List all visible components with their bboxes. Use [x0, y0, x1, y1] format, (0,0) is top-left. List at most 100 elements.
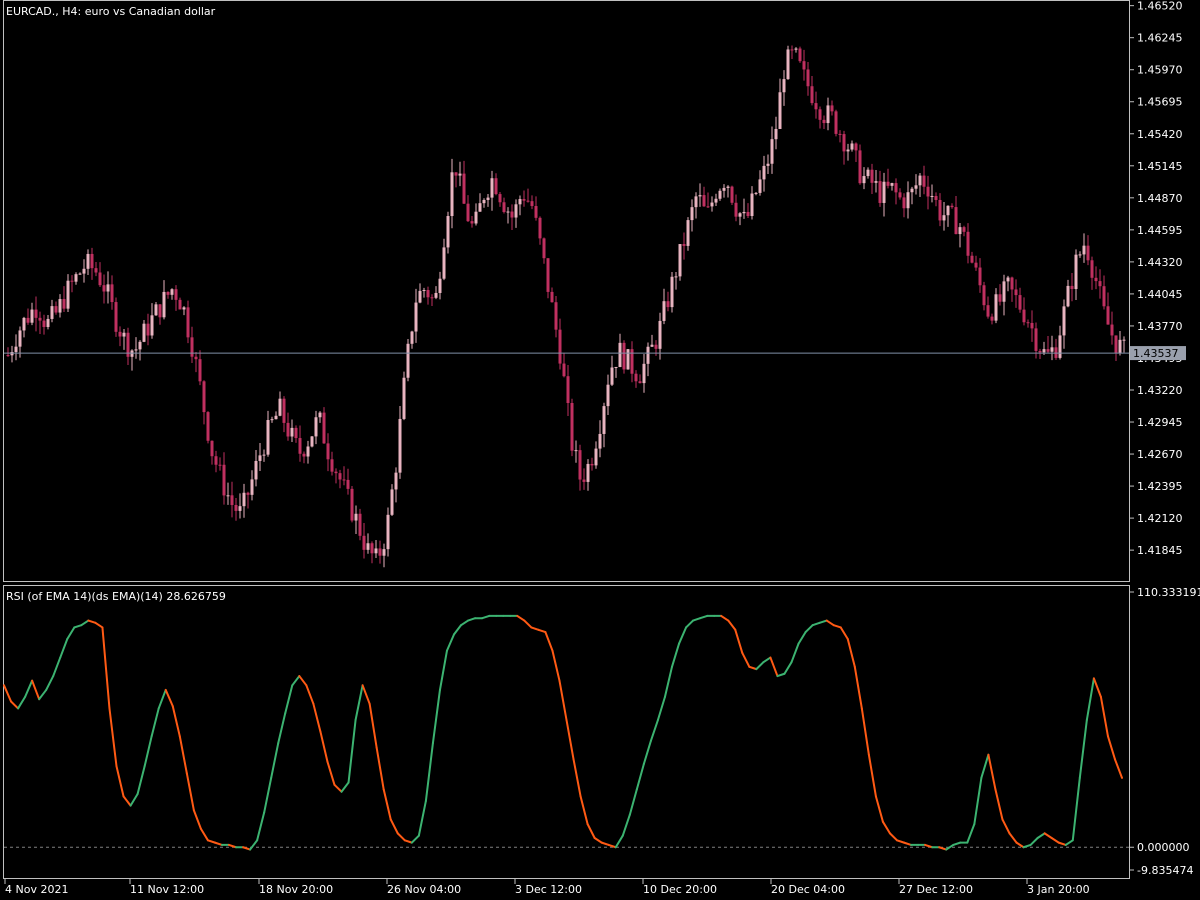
candle-body	[306, 446, 310, 457]
candle-body	[182, 307, 186, 310]
candle-body	[878, 181, 882, 203]
candle-body	[698, 195, 702, 197]
candle-body	[934, 195, 938, 200]
candle-body	[338, 473, 342, 480]
candle-body	[826, 105, 830, 124]
candle-body	[482, 199, 486, 204]
candle-body	[410, 331, 414, 344]
candle-body	[214, 456, 218, 465]
candle-body	[702, 195, 706, 207]
candle-body	[58, 299, 62, 313]
candle-body	[954, 207, 958, 235]
candle-body	[262, 454, 266, 456]
candle-body	[594, 448, 598, 466]
candle-body	[894, 183, 898, 193]
candle-body	[1050, 347, 1054, 352]
candle-body	[406, 343, 410, 378]
candle-body	[302, 453, 306, 457]
candle-body	[354, 513, 358, 521]
candle-body	[14, 346, 18, 353]
candle-body	[54, 306, 58, 313]
price-tick-label: 1.42945	[1137, 416, 1183, 429]
price-tick-label: 1.43220	[1137, 384, 1183, 397]
candle-body	[106, 284, 110, 292]
candle-body	[1094, 277, 1098, 282]
price-tick-label: 1.42670	[1137, 448, 1183, 461]
candle-body	[74, 274, 78, 282]
candle-body	[942, 215, 946, 221]
rsi-title: RSI (of EMA 14)(ds EMA)(14) 28.626759	[6, 590, 226, 603]
candle-body	[270, 419, 274, 421]
candle-body	[142, 323, 146, 342]
candle-body	[86, 253, 90, 269]
candle-body	[478, 203, 482, 212]
candle-body	[10, 352, 14, 356]
candle-body	[578, 450, 582, 480]
candle-body	[710, 202, 714, 207]
candle-body	[442, 247, 446, 279]
candle-body	[1070, 285, 1074, 290]
candle-body	[946, 205, 950, 216]
candle-body	[362, 535, 366, 550]
candle-body	[1022, 309, 1026, 323]
candle-body	[246, 492, 250, 495]
time-tick-label: 3 Jan 20:00	[1027, 883, 1090, 896]
candle-body	[654, 344, 658, 349]
candle-body	[390, 489, 394, 515]
candle-body	[346, 479, 350, 489]
candle-body	[1006, 277, 1010, 282]
candle-body	[830, 105, 834, 112]
candle-body	[98, 272, 102, 286]
candle-body	[566, 376, 570, 404]
candle-body	[1122, 339, 1126, 341]
candle-body	[870, 169, 874, 183]
candle-body	[398, 418, 402, 473]
candle-body	[1102, 286, 1106, 307]
time-tick-label: 11 Nov 12:00	[130, 883, 204, 896]
candle-body	[810, 86, 814, 104]
candle-body	[970, 255, 974, 263]
candle-body	[178, 299, 182, 310]
candle-body	[994, 294, 998, 321]
candle-body	[250, 479, 254, 495]
candle-body	[1078, 254, 1082, 256]
candle-body	[330, 459, 334, 472]
candle-body	[854, 143, 858, 151]
candle-body	[978, 267, 982, 286]
candle-body	[982, 285, 986, 306]
candle-body	[886, 181, 890, 186]
candle-body	[714, 198, 718, 203]
candle-body	[706, 206, 710, 208]
candle-body	[146, 323, 150, 336]
candle-body	[546, 258, 550, 292]
candle-body	[150, 315, 154, 336]
candle-body	[522, 199, 526, 201]
candle-body	[166, 291, 170, 295]
price-tick-label: 1.44320	[1137, 256, 1183, 269]
candle-body	[666, 301, 670, 308]
candle-body	[814, 103, 818, 110]
candle-body	[590, 463, 594, 466]
candle-body	[102, 285, 106, 292]
price-chart-title: EURCAD., H4: euro vs Canadian dollar	[6, 5, 216, 18]
candle-body	[402, 377, 406, 419]
candle-body	[998, 294, 1002, 302]
candle-body	[538, 217, 542, 239]
candle-body	[726, 186, 730, 188]
candle-body	[450, 172, 454, 217]
candle-body	[834, 111, 838, 134]
candle-body	[78, 273, 82, 275]
candle-body	[866, 169, 870, 177]
candle-body	[786, 49, 790, 80]
candle-body	[750, 193, 754, 217]
candle-body	[782, 79, 786, 93]
candle-body	[282, 398, 286, 423]
candle-body	[778, 92, 782, 129]
candle-body	[422, 290, 426, 292]
candle-body	[958, 227, 962, 235]
rsi-tick-label: 0.000000	[1137, 841, 1190, 854]
price-tick-label: 1.44870	[1137, 192, 1183, 205]
candle-body	[90, 253, 94, 269]
candle-body	[298, 438, 302, 454]
candle-body	[414, 302, 418, 332]
